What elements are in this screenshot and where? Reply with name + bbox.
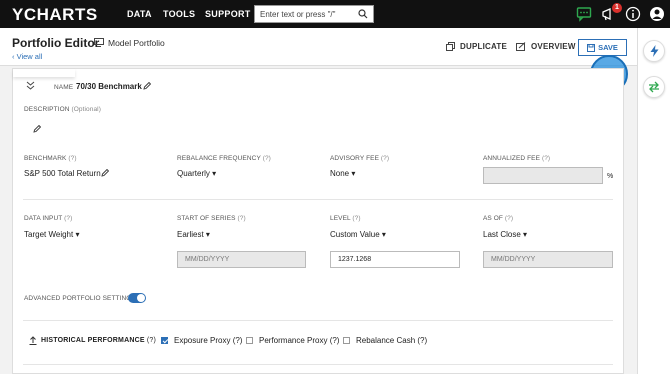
user-icon[interactable] [649, 6, 665, 22]
exposure-proxy-label: Exposure Proxy (?) [174, 336, 243, 345]
name-value: 70/30 Benchmark [76, 82, 142, 91]
data-input-label: DATA INPUT (?) [24, 215, 73, 222]
save-label: SAVE [598, 43, 618, 52]
annualized-fee-label: ANNUALIZED FEE (?) [483, 155, 551, 162]
overview-icon [516, 42, 526, 51]
pencil-icon[interactable] [33, 125, 41, 133]
as-of-dropdown[interactable]: Last Close [483, 230, 527, 239]
duplicate-icon [446, 42, 455, 51]
model-portfolio-label: Model Portfolio [108, 38, 165, 48]
divider [23, 320, 613, 321]
search-icon[interactable] [358, 9, 368, 19]
duplicate-button[interactable]: DUPLICATE [446, 42, 507, 51]
portfolio-settings-panel: NAME 70/30 Benchmark DESCRIPTION (Option… [12, 68, 624, 374]
name-label: NAME [54, 84, 74, 91]
page-header: Portfolio Editor Model Portfolio ‹ View … [0, 28, 637, 93]
rebalance-cash-label: Rebalance Cash (?) [356, 336, 428, 345]
page-title: Portfolio Editor [12, 36, 100, 50]
save-icon [587, 43, 596, 52]
save-button[interactable]: SAVE [578, 39, 627, 56]
duplicate-label: DUPLICATE [460, 42, 507, 51]
benchmark-label: BENCHMARK (?) [24, 155, 77, 162]
search-placeholder: Enter text or press "/" [260, 10, 336, 19]
advanced-settings-toggle[interactable] [128, 293, 146, 303]
level-label: LEVEL (?) [330, 215, 361, 222]
performance-proxy-label: Performance Proxy (?) [259, 336, 340, 345]
rebalance-cash-checkbox[interactable] [343, 337, 350, 344]
advisory-fee-label: ADVISORY FEE (?) [330, 155, 390, 162]
top-nav: YCHARTS DATA TOOLS SUPPORT Enter text or… [0, 0, 670, 28]
start-date-input[interactable]: MM/DD/YYYY [177, 251, 306, 268]
overview-label: OVERVIEW [531, 42, 576, 51]
search-input[interactable]: Enter text or press "/" [254, 5, 374, 23]
chevron-down-icon[interactable] [26, 81, 35, 90]
start-of-series-dropdown[interactable]: Earliest [177, 230, 210, 239]
nav-support[interactable]: SUPPORT [205, 9, 251, 19]
quick-actions-button[interactable] [643, 40, 665, 62]
swap-icon [649, 81, 659, 93]
divider [23, 364, 613, 365]
advanced-settings-label: ADVANCED PORTFOLIO SETTINGS [24, 295, 136, 302]
rebalance-frequency-label: REBALANCE FREQUENCY (?) [177, 155, 271, 162]
level-input[interactable]: 1237.1268 [330, 251, 460, 268]
as-of-label: AS OF (?) [483, 215, 514, 222]
benchmark-value: S&P 500 Total Return [24, 169, 101, 178]
panel-tab [13, 69, 75, 77]
notification-badge: 1 [612, 3, 622, 13]
exposure-proxy-checkbox[interactable] [161, 337, 168, 344]
lightning-icon [650, 45, 658, 57]
description-label: DESCRIPTION (Optional) [24, 106, 101, 113]
pencil-icon[interactable] [143, 82, 151, 90]
nav-tools[interactable]: TOOLS [163, 9, 195, 19]
overview-button[interactable]: OVERVIEW [516, 42, 576, 51]
historical-performance-label[interactable]: HISTORICAL PERFORMANCE (?) [41, 337, 156, 344]
performance-proxy-checkbox[interactable] [246, 337, 253, 344]
advisory-fee-dropdown[interactable]: None [330, 169, 355, 178]
chat-icon[interactable] [576, 6, 592, 22]
as-of-date-input[interactable]: MM/DD/YYYY [483, 251, 613, 268]
view-all-label: View all [16, 52, 43, 61]
right-rail [637, 28, 670, 374]
info-icon[interactable] [625, 6, 641, 22]
upload-icon [29, 336, 37, 345]
model-portfolio-icon [94, 38, 104, 47]
pencil-icon[interactable] [101, 169, 109, 177]
divider [23, 199, 613, 200]
optional-label: (Optional) [71, 106, 101, 113]
nav-data[interactable]: DATA [127, 9, 152, 19]
ycharts-logo[interactable]: YCHARTS [12, 5, 98, 25]
rebalance-frequency-dropdown[interactable]: Quarterly [177, 169, 216, 178]
level-dropdown[interactable]: Custom Value [330, 230, 386, 239]
data-input-dropdown[interactable]: Target Weight [24, 230, 79, 239]
percent-suffix: % [607, 173, 614, 180]
swap-button[interactable] [643, 76, 665, 98]
view-all-link[interactable]: ‹ View all [12, 52, 42, 61]
annualized-fee-input[interactable] [483, 167, 603, 184]
start-of-series-label: START OF SERIES (?) [177, 215, 246, 222]
